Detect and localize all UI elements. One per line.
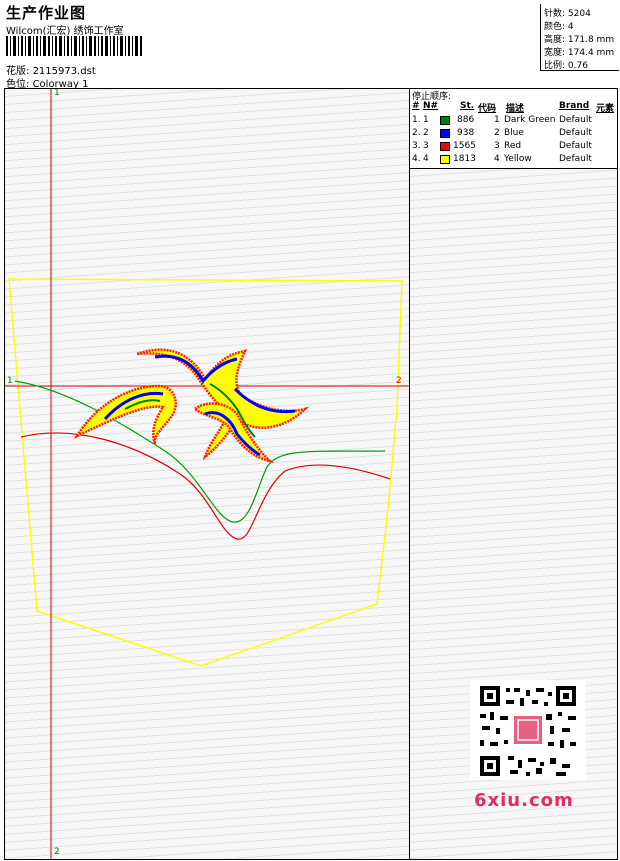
watermark-text: 6xiu.com — [474, 790, 574, 811]
stat-colors: 颜色: 4 — [544, 22, 574, 32]
col-element: 元素 — [596, 104, 615, 114]
red-curve — [20, 432, 391, 540]
stop-row: 3. 3 1565 3 Red Default — [412, 141, 592, 151]
col-code: 代码 — [478, 104, 497, 114]
pocket-outline — [8, 278, 403, 667]
stat-height: 高度: 171.8 mm — [544, 35, 615, 45]
company-name: Wilcom(汇宏) 绣饰工作室 — [6, 26, 124, 37]
col-number: N# — [423, 101, 439, 111]
stat-scale: 比例: 0.76 — [544, 61, 588, 71]
stat-width: 宽度: 174.4 mm — [544, 48, 615, 58]
color-swatch — [440, 116, 450, 125]
green-curve — [14, 380, 386, 523]
guide-h-right-label: 2 — [396, 376, 402, 386]
guide-h-left-label: 1 — [7, 376, 13, 386]
guide-v-top-label: 1 — [54, 89, 60, 98]
embroidery-motif — [73, 348, 310, 464]
qr-code — [470, 680, 586, 780]
col-description: 描述 — [506, 104, 525, 114]
col-brand: Brand — [559, 101, 590, 111]
design-preview: 1 2 1 2 — [5, 89, 410, 859]
guide-v-bottom-label: 2 — [54, 847, 60, 857]
stop-row: 4. 4 1813 4 Yellow Default — [412, 154, 592, 164]
stat-stitches: 针数: 5204 — [544, 9, 591, 19]
barcode — [6, 36, 142, 56]
stop-sequence-panel: 停止顺序: # N# St. 代码 描述 Brand 元素 1. 1 886 1… — [410, 89, 617, 169]
page-title: 生产作业图 — [6, 4, 87, 22]
stats-box: 针数: 5204 颜色: 4 高度: 171.8 mm 宽度: 174.4 mm… — [540, 4, 619, 71]
color-swatch — [440, 129, 450, 138]
embroidery-canvas — [5, 89, 409, 859]
color-swatch — [440, 142, 450, 151]
stop-row: 2. 2 938 2 Blue Default — [412, 128, 592, 138]
col-stitches: St. — [460, 101, 475, 111]
color-swatch — [440, 155, 450, 164]
stop-row: 1. 1 886 1 Dark Green Default — [412, 115, 592, 125]
col-index: # — [412, 101, 420, 111]
